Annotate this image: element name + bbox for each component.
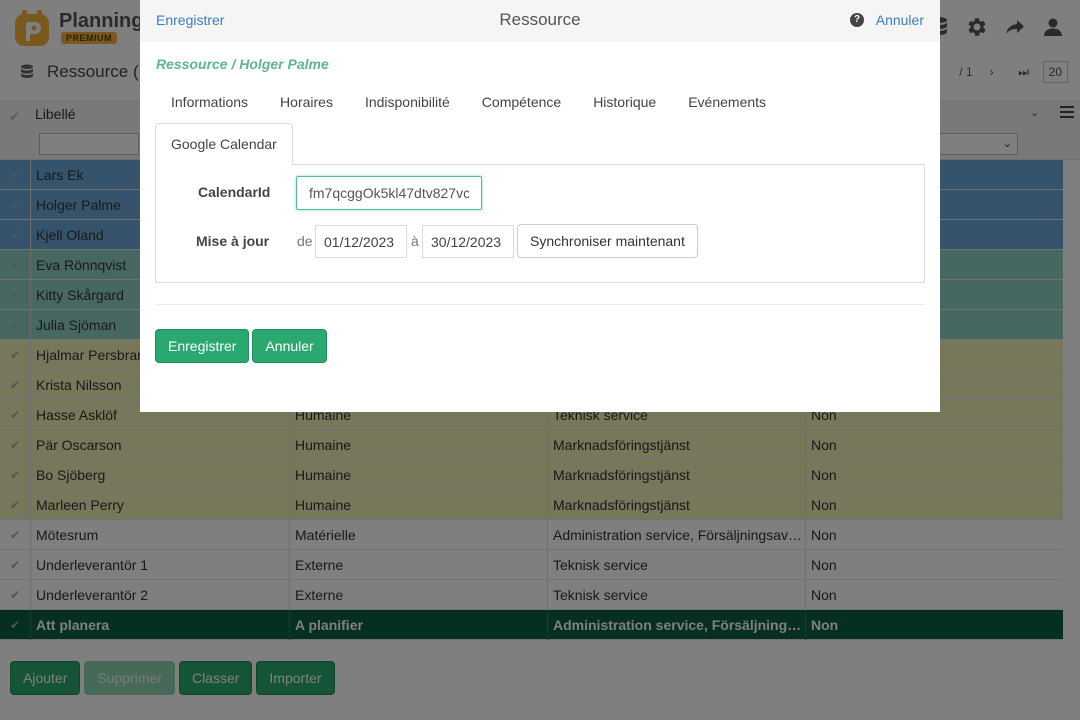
save-button[interactable]: Enregistrer bbox=[155, 329, 250, 363]
to-date-input[interactable] bbox=[422, 225, 514, 258]
modal-title: Ressource bbox=[499, 10, 581, 29]
tab-bar: Informations Horaires Indisponibilité Co… bbox=[155, 82, 925, 165]
tab-competence[interactable]: Compétence bbox=[466, 94, 577, 110]
from-date-input[interactable] bbox=[315, 225, 407, 258]
divider bbox=[155, 304, 925, 305]
calendar-id-input[interactable] bbox=[296, 176, 482, 210]
tab-horaires[interactable]: Horaires bbox=[264, 94, 349, 110]
tab-evenements[interactable]: Evénements bbox=[672, 94, 782, 110]
tab-historique[interactable]: Historique bbox=[577, 94, 672, 110]
tab-indisponibilite[interactable]: Indisponibilité bbox=[349, 94, 466, 110]
update-label: Mise à jour bbox=[196, 233, 270, 249]
tab-google-calendar[interactable]: Google Calendar bbox=[155, 123, 293, 165]
help-icon[interactable]: ? bbox=[850, 13, 864, 27]
to-label: à bbox=[411, 233, 419, 249]
header-cancel-link[interactable]: Annuler bbox=[876, 12, 924, 28]
breadcrumb: Ressource / Holger Palme bbox=[156, 56, 329, 72]
sync-now-button[interactable]: Synchroniser maintenant bbox=[517, 224, 698, 258]
cancel-button[interactable]: Annuler bbox=[252, 329, 327, 363]
resource-modal: Enregistrer Ressource ? Annuler Ressourc… bbox=[140, 0, 940, 412]
google-calendar-panel: CalendarId Mise à jour de à Synchroniser… bbox=[155, 164, 925, 283]
modal-header: Enregistrer Ressource ? Annuler bbox=[140, 0, 940, 42]
modal-actions: Enregistrer Annuler bbox=[155, 329, 327, 363]
from-label: de bbox=[297, 233, 313, 249]
calendar-id-label: CalendarId bbox=[198, 184, 271, 200]
tab-informations[interactable]: Informations bbox=[155, 94, 264, 110]
